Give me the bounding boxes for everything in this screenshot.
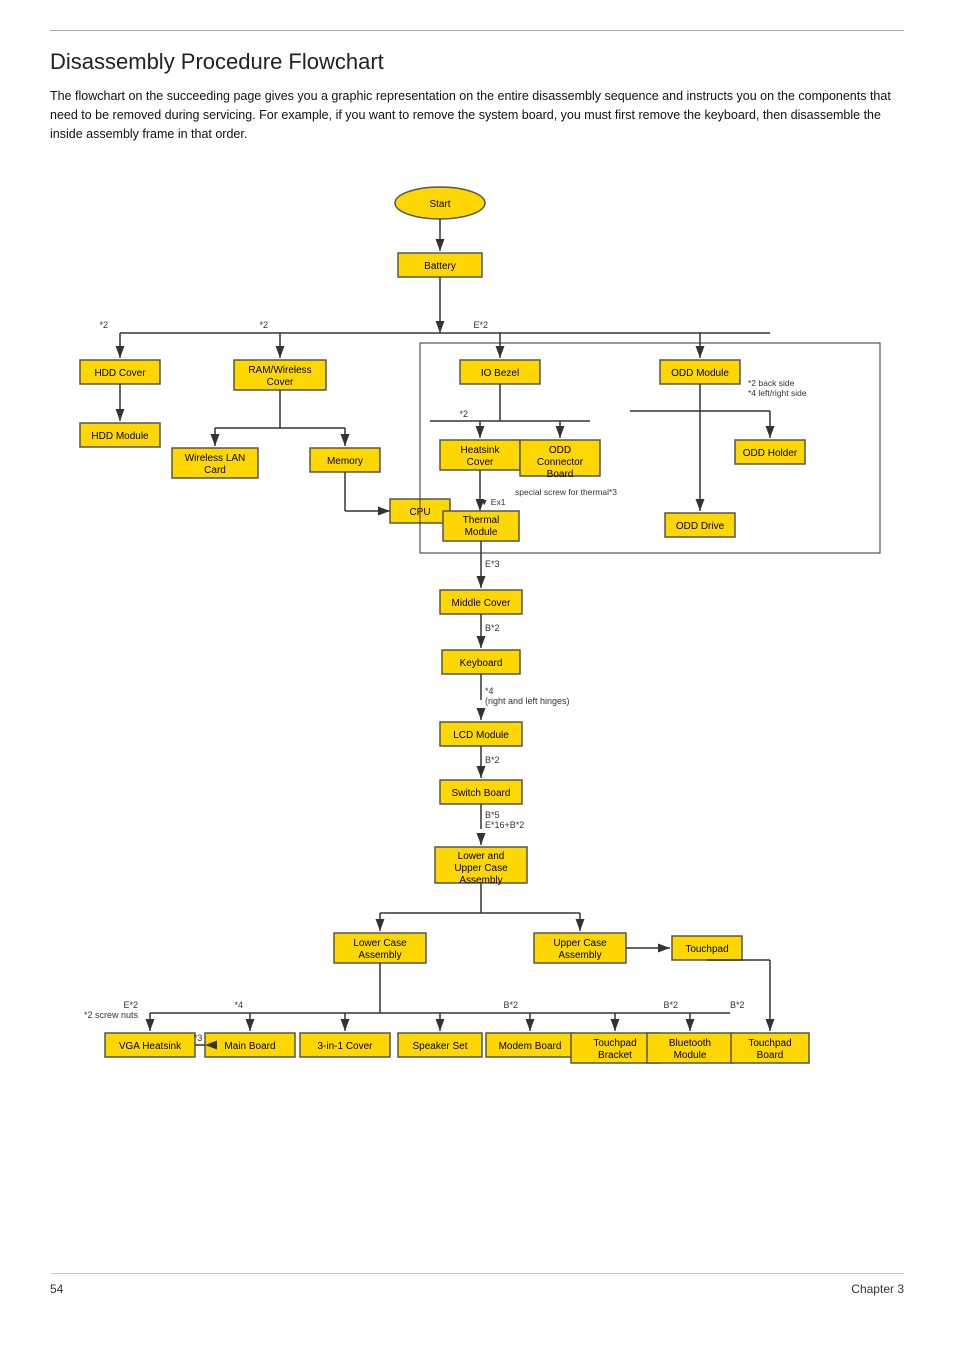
svg-text:Wireless LAN: Wireless LAN <box>185 453 246 464</box>
page-title: Disassembly Procedure Flowchart <box>50 49 904 75</box>
svg-text:ODD: ODD <box>549 445 571 456</box>
svg-text:Touchpad: Touchpad <box>748 1038 791 1049</box>
svg-text:IO Bezel: IO Bezel <box>481 368 519 379</box>
svg-text:B*2: B*2 <box>485 755 500 765</box>
svg-text:RAM/Wireless: RAM/Wireless <box>248 365 311 376</box>
svg-text:*3: *3 <box>194 1033 203 1043</box>
svg-text:*4: *4 <box>485 686 494 696</box>
svg-text:B*2: B*2 <box>503 1000 518 1010</box>
svg-text:ODD Holder: ODD Holder <box>743 448 798 459</box>
svg-text:VGA Heatsink: VGA Heatsink <box>119 1041 182 1052</box>
svg-text:special screw for thermal*3: special screw for thermal*3 <box>515 487 617 497</box>
footer-page-number: 54 <box>50 1282 63 1296</box>
svg-text:Main Board: Main Board <box>224 1041 275 1052</box>
svg-text:Assembly: Assembly <box>558 950 601 961</box>
footer-chapter: Chapter 3 <box>851 1282 904 1296</box>
svg-text:Battery: Battery <box>424 261 456 272</box>
svg-text:Keyboard: Keyboard <box>460 658 503 669</box>
svg-text:Cover: Cover <box>467 457 494 468</box>
svg-text:▼ Ex1: ▼ Ex1 <box>480 497 506 507</box>
svg-text:LCD Module: LCD Module <box>453 730 509 741</box>
svg-text:3-in-1 Cover: 3-in-1 Cover <box>317 1041 373 1052</box>
svg-text:Switch Board: Switch Board <box>452 788 511 799</box>
svg-text:Module: Module <box>674 1050 707 1061</box>
svg-text:Bluetooth: Bluetooth <box>669 1038 711 1049</box>
svg-text:Cover: Cover <box>267 377 294 388</box>
svg-text:Modem Board: Modem Board <box>499 1041 562 1052</box>
svg-text:E*3: E*3 <box>485 559 500 569</box>
svg-text:*2: *2 <box>259 320 268 330</box>
svg-text:Lower and: Lower and <box>458 851 505 862</box>
svg-text:B*5: B*5 <box>485 810 500 820</box>
svg-text:Module: Module <box>465 527 498 538</box>
svg-text:E*2: E*2 <box>123 1000 138 1010</box>
svg-text:*2: *2 <box>459 409 468 419</box>
svg-text:Bracket: Bracket <box>598 1050 632 1061</box>
svg-text:Lower Case: Lower Case <box>353 938 407 949</box>
svg-text:*2: *2 <box>99 320 108 330</box>
svg-text:B*2: B*2 <box>663 1000 678 1010</box>
svg-text:E*16+B*2: E*16+B*2 <box>485 820 524 830</box>
svg-text:B*2: B*2 <box>730 1000 745 1010</box>
svg-text:Upper Case: Upper Case <box>454 863 508 874</box>
intro-paragraph: The flowchart on the succeeding page giv… <box>50 87 904 143</box>
svg-text:(right and left hinges): (right and left hinges) <box>485 696 570 706</box>
svg-text:*2 screw nuts: *2 screw nuts <box>84 1010 139 1020</box>
svg-text:B*2: B*2 <box>485 623 500 633</box>
svg-text:Card: Card <box>204 465 226 476</box>
svg-text:*2 back side: *2 back side <box>748 378 795 388</box>
svg-text:HDD Cover: HDD Cover <box>94 368 146 379</box>
svg-text:Touchpad: Touchpad <box>593 1038 636 1049</box>
svg-text:Assembly: Assembly <box>358 950 401 961</box>
svg-text:Memory: Memory <box>327 456 363 467</box>
svg-text:E*2: E*2 <box>473 320 488 330</box>
svg-text:Board: Board <box>757 1050 784 1061</box>
svg-text:Middle Cover: Middle Cover <box>452 598 512 609</box>
svg-text:Touchpad: Touchpad <box>685 944 728 955</box>
svg-text:ODD Module: ODD Module <box>671 368 729 379</box>
svg-text:ODD Drive: ODD Drive <box>676 521 725 532</box>
svg-text:Connector: Connector <box>537 457 584 468</box>
svg-text:Heatsink: Heatsink <box>461 445 501 456</box>
svg-text:*4 left/right side: *4 left/right side <box>748 388 807 398</box>
svg-text:HDD Module: HDD Module <box>91 431 149 442</box>
svg-text:Speaker Set: Speaker Set <box>412 1041 467 1052</box>
svg-text:Board: Board <box>547 469 574 480</box>
svg-text:Thermal: Thermal <box>463 515 500 526</box>
svg-text:Start: Start <box>429 199 450 210</box>
svg-text:*4: *4 <box>234 1000 243 1010</box>
flowchart-svg: Start Battery *2 *2 E*2 HDD Cover RAM/Wi… <box>50 173 910 1253</box>
svg-text:Upper Case: Upper Case <box>553 938 607 949</box>
